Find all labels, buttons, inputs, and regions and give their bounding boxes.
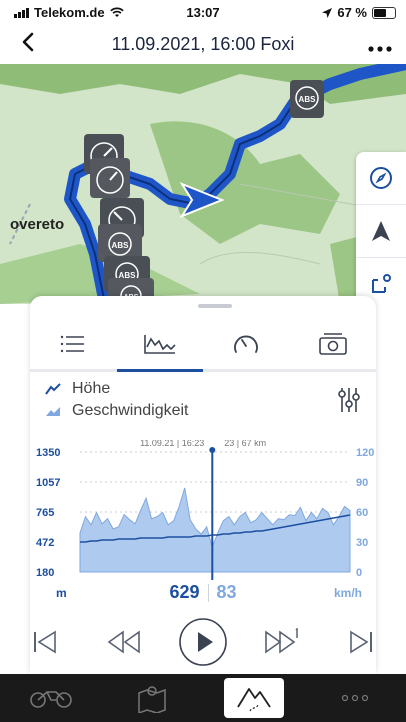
chart-cursor-dot bbox=[209, 447, 216, 453]
speed-value: 83 bbox=[216, 582, 237, 602]
motorcycle-icon bbox=[29, 691, 72, 708]
playback-controls bbox=[0, 610, 406, 674]
tab-speed[interactable] bbox=[203, 316, 290, 372]
tab-underline bbox=[30, 369, 117, 372]
compass-icon bbox=[370, 167, 392, 189]
chart-legend: Höhe Geschwindigkeit bbox=[44, 378, 189, 422]
rewind-button[interactable] bbox=[99, 617, 149, 667]
elevation-line-icon bbox=[45, 383, 61, 395]
play-icon bbox=[179, 618, 227, 666]
more-dots-icon bbox=[342, 694, 369, 702]
map-canvas: ABS ABS ABS ABS bbox=[0, 64, 406, 304]
svg-text:ABS: ABS bbox=[112, 241, 130, 250]
y-left-tick-label: 765 bbox=[36, 507, 54, 519]
speedometer-icon bbox=[234, 335, 259, 353]
sheet-tabs bbox=[30, 316, 376, 372]
y-left-tick-label: 1350 bbox=[36, 447, 60, 459]
status-right: 67 % bbox=[322, 5, 396, 20]
tab-elevation[interactable] bbox=[116, 316, 203, 372]
abs-marker-1[interactable]: ABS bbox=[290, 80, 324, 118]
forward-one-button[interactable] bbox=[257, 617, 307, 667]
sliders-icon bbox=[338, 388, 360, 412]
map-view[interactable]: ABS ABS ABS ABS overeto bbox=[0, 64, 406, 304]
map-pin-icon bbox=[138, 686, 166, 713]
chart-svg: 11.09.21 | 16:23 23 | 67 km 1350 1057 765 4… bbox=[36, 438, 374, 580]
route-crop-icon bbox=[372, 274, 391, 293]
tab-underline bbox=[289, 369, 376, 372]
play-button[interactable] bbox=[178, 617, 228, 667]
svg-text:ABS: ABS bbox=[299, 95, 317, 104]
photo-gallery-icon bbox=[318, 333, 347, 355]
battery-percent: 67 % bbox=[337, 5, 367, 20]
nav-bar: 11.09.2021, 16:00 Foxi bbox=[0, 24, 406, 64]
elevation-area bbox=[79, 487, 351, 573]
skip-to-end-button[interactable] bbox=[336, 617, 386, 667]
battery-icon bbox=[372, 6, 396, 19]
y-right-tick-label: 30 bbox=[356, 537, 368, 549]
rewind-icon bbox=[107, 630, 140, 654]
readout-values: 629 83 bbox=[30, 582, 376, 603]
more-button[interactable] bbox=[368, 32, 392, 58]
tab-underline-active bbox=[116, 369, 203, 372]
y-left-tick-label: 1057 bbox=[36, 477, 60, 489]
legend-elevation-label: Höhe bbox=[72, 380, 111, 397]
navigation-button[interactable] bbox=[356, 205, 406, 258]
speed-area-icon bbox=[46, 407, 60, 416]
page-title: 11.09.2021, 16:00 Foxi bbox=[111, 34, 295, 54]
chart-readout: m 629 83 km/h bbox=[30, 582, 376, 606]
readout-divider bbox=[207, 584, 209, 603]
map-place-label: overeto bbox=[10, 216, 65, 233]
speed-unit: km/h bbox=[333, 586, 362, 600]
elevation-value: 629 bbox=[169, 582, 200, 602]
forward-one-icon bbox=[264, 628, 298, 654]
y-right-tick-label: 120 bbox=[356, 447, 374, 459]
skip-to-end-icon bbox=[349, 630, 372, 654]
list-icon bbox=[61, 335, 85, 353]
skip-to-start-button[interactable] bbox=[20, 617, 70, 667]
nav-more[interactable] bbox=[325, 678, 385, 718]
nav-map[interactable] bbox=[122, 678, 182, 718]
y-right-tick-label: 0 bbox=[356, 567, 362, 579]
cursor-time-label: 11.09.21 | 16:23 bbox=[140, 440, 204, 448]
tab-underline bbox=[203, 369, 290, 372]
compass-button[interactable] bbox=[356, 152, 406, 205]
bottom-navigation bbox=[0, 674, 406, 722]
legend-item-speed[interactable]: Geschwindigkeit bbox=[44, 400, 189, 422]
mountain-route-icon bbox=[236, 688, 271, 712]
chart-settings-button[interactable] bbox=[338, 386, 360, 419]
cursor-distance-label: 23 | 67 km bbox=[224, 440, 266, 448]
ellipsis-icon bbox=[368, 46, 392, 52]
sheet-grabber[interactable] bbox=[198, 304, 232, 308]
y-left-tick-label: 180 bbox=[36, 567, 54, 579]
nav-motorcycle[interactable] bbox=[21, 678, 81, 718]
tab-photos[interactable] bbox=[289, 316, 376, 372]
y-right-tick-label: 90 bbox=[356, 477, 368, 489]
gauge-marker-2[interactable] bbox=[90, 158, 130, 198]
legend-item-elevation[interactable]: Höhe bbox=[44, 378, 189, 400]
y-left-tick-label: 472 bbox=[36, 537, 54, 549]
map-controls bbox=[356, 152, 406, 304]
tab-list[interactable] bbox=[30, 316, 117, 372]
elevation-chart-icon bbox=[143, 335, 176, 354]
location-arrow-icon bbox=[322, 7, 333, 18]
y-right-tick-label: 60 bbox=[356, 507, 368, 519]
nav-routes[interactable] bbox=[223, 678, 284, 718]
legend-speed-label: Geschwindigkeit bbox=[72, 402, 189, 419]
status-bar: Telekom.de 13:07 67 % bbox=[0, 0, 406, 24]
navigation-arrow-icon bbox=[372, 221, 390, 241]
skip-to-start-icon bbox=[34, 630, 57, 654]
